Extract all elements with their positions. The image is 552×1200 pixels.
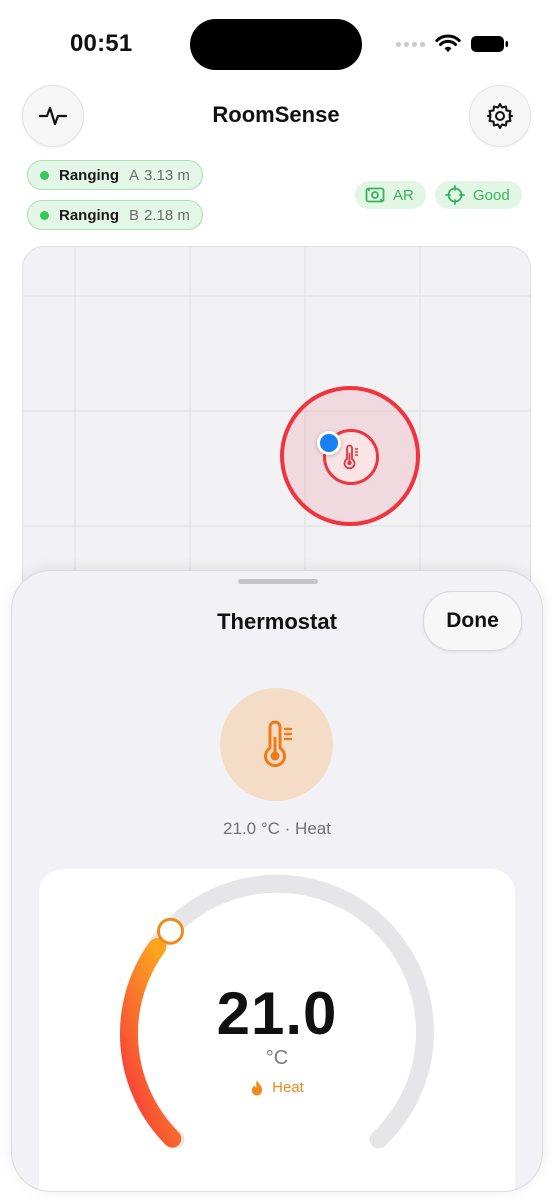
device-sheet: Thermostat Done 21.0 °C · Heat 21.0 °C H… (11, 570, 543, 1192)
gear-icon (487, 103, 513, 129)
ranging-pill-b: Ranging B 2.18 m (27, 200, 203, 230)
sheet-grabber[interactable] (238, 579, 318, 584)
anchor-distance: 2.18 m (144, 206, 190, 224)
mode-indicator: Heat (39, 1079, 515, 1096)
cellular-signal-icon (396, 41, 425, 47)
anchor-name: A (129, 166, 140, 184)
battery-icon (471, 36, 508, 52)
settings-button[interactable] (469, 85, 531, 147)
anchor-distance: 3.13 m (144, 166, 190, 184)
thermometer-icon (343, 444, 358, 470)
ar-badge[interactable]: AR (355, 181, 426, 209)
ar-label: AR (393, 186, 414, 204)
tracking-quality-label: Good (473, 186, 510, 204)
ranging-pill-a: Ranging A 3.13 m (27, 160, 203, 190)
anchor-name: B (129, 206, 140, 224)
dial-knob[interactable] (157, 917, 184, 945)
ar-camera-icon (365, 187, 385, 203)
temperature-value: 21.0 (216, 980, 338, 1047)
flame-icon (252, 1080, 263, 1096)
temperature-unit: °C (265, 1047, 289, 1069)
device-icon-circle (220, 688, 333, 801)
wifi-icon (435, 34, 461, 52)
device-summary: 21.0 °C · Heat (223, 819, 331, 838)
dynamic-island (190, 19, 362, 70)
user-location-dot (317, 431, 341, 455)
crosshair-icon (445, 185, 465, 205)
ranging-status-dot (40, 210, 49, 220)
done-button[interactable]: Done (423, 591, 522, 651)
ranging-label: Ranging (59, 166, 119, 184)
thermostat-card: 21.0 °C Heat (39, 869, 515, 1191)
status-time: 00:51 (70, 30, 133, 57)
mode-label: Heat (272, 1079, 304, 1096)
ranging-label: Ranging (59, 206, 119, 224)
ranging-status-dot (40, 170, 49, 180)
thermometer-icon (263, 720, 292, 767)
status-icons (396, 34, 509, 54)
tracking-quality-badge[interactable]: Good (435, 181, 522, 209)
